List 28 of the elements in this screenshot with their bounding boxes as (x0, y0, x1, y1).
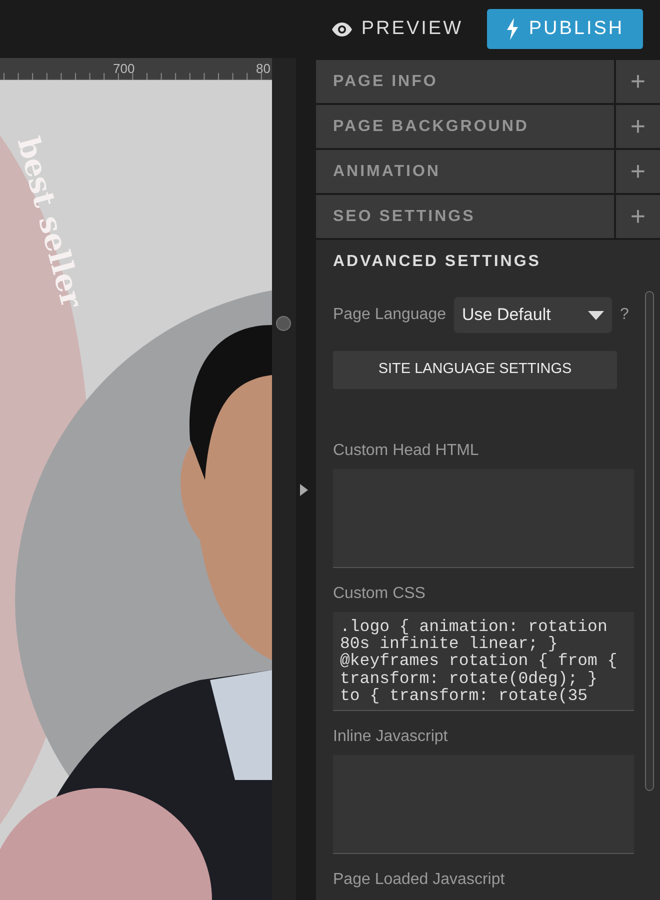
ruler-label: 700 (113, 60, 135, 78)
expand-button[interactable]: + (616, 195, 660, 238)
language-dropdown[interactable]: Use Default (454, 297, 612, 333)
code-editor[interactable]: .logo { animation: rotation 80s infinite linear; } @keyframes rotation { from { transform: rotate(0deg); } to { transform: rotate(35 (333, 612, 634, 711)
help-icon[interactable]: ? (620, 305, 629, 325)
expand-button[interactable]: + (616, 105, 660, 148)
eye-icon (331, 22, 354, 36)
section-header[interactable]: SEO SETTINGS (316, 195, 614, 238)
expand-button[interactable]: + (616, 60, 660, 103)
expand-button[interactable]: + (616, 150, 660, 193)
site-language-button[interactable]: SITE LANGUAGE SETTINGS (333, 351, 617, 389)
field-label: Custom Head HTML (333, 441, 480, 461)
section-header[interactable]: ANIMATION (316, 150, 614, 193)
ruler-label: 80 (256, 60, 270, 78)
lightning-icon (506, 18, 519, 40)
logo-text: best seller (8, 132, 90, 313)
section-header[interactable]: PAGE INFO (316, 60, 614, 103)
field-label: Page Loaded Javascript (333, 870, 506, 890)
section-header[interactable]: ADVANCED SETTINGS (316, 240, 660, 283)
caret-icon (588, 310, 604, 320)
field-label: Inline Javascript (333, 727, 449, 747)
section-header[interactable]: PAGE BACKGROUND (316, 105, 614, 148)
field-label: Page Language (333, 305, 446, 325)
expand-arrow-icon[interactable] (300, 484, 308, 496)
field-label: Custom CSS (333, 584, 426, 604)
preview-button[interactable]: PREVIEW (331, 14, 463, 44)
scrollbar[interactable] (645, 291, 654, 791)
publish-button[interactable]: PUBLISH (487, 9, 643, 49)
